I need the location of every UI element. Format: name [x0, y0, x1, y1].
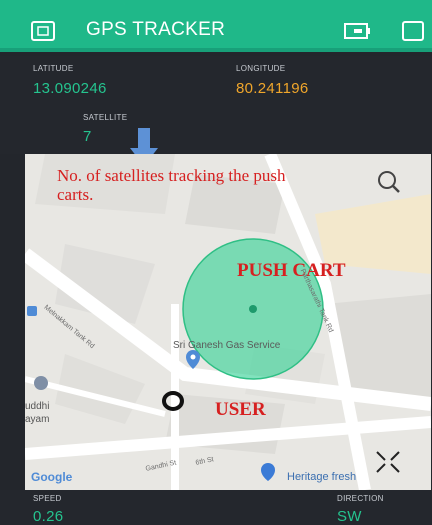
satellite-value: 7	[83, 128, 92, 145]
satellite-label: SATELLITE	[83, 113, 128, 122]
speed-value: 0.26	[33, 508, 64, 525]
map-canvas	[25, 154, 431, 490]
latitude-value: 13.090246	[33, 80, 107, 97]
google-logo: Google	[31, 470, 73, 484]
app-screen: GPS TRACKER LATITUDE 13.090246 LONGITUDE…	[0, 0, 432, 525]
satellite-annotation: No. of satellites tracking the push cart…	[57, 166, 286, 204]
place-label[interactable]: Sri Ganesh Gas Service	[173, 340, 280, 351]
speed-label: SPEED	[33, 494, 62, 503]
longitude-value: 80.241196	[236, 80, 309, 97]
square-icon[interactable]	[401, 20, 425, 42]
partial-place-line: ayam	[25, 414, 50, 425]
direction-value: SW	[337, 508, 362, 525]
user-annotation: USER	[215, 399, 266, 420]
partial-place-line: uddhi	[25, 401, 50, 412]
partial-place-label: uddhi ayam	[25, 400, 49, 426]
direction-label: DIRECTION	[337, 494, 384, 503]
tablet-icon[interactable]	[30, 20, 56, 42]
bottom-readings: SPEED 0.26 DIRECTION SW	[0, 490, 432, 525]
poi-label[interactable]: Heritage fresh	[287, 471, 356, 483]
latitude-label: LATITUDE	[33, 64, 74, 73]
header-bar: GPS TRACKER	[0, 0, 432, 52]
map-view[interactable]: No. of satellites tracking the push cart…	[25, 154, 431, 490]
longitude-label: LONGITUDE	[236, 64, 286, 73]
readings-panel: LATITUDE 13.090246 LONGITUDE 80.241196 S…	[0, 56, 432, 166]
battery-icon[interactable]	[342, 20, 372, 42]
app-title: GPS TRACKER	[86, 19, 226, 40]
push-cart-annotation: PUSH CART	[237, 260, 346, 281]
